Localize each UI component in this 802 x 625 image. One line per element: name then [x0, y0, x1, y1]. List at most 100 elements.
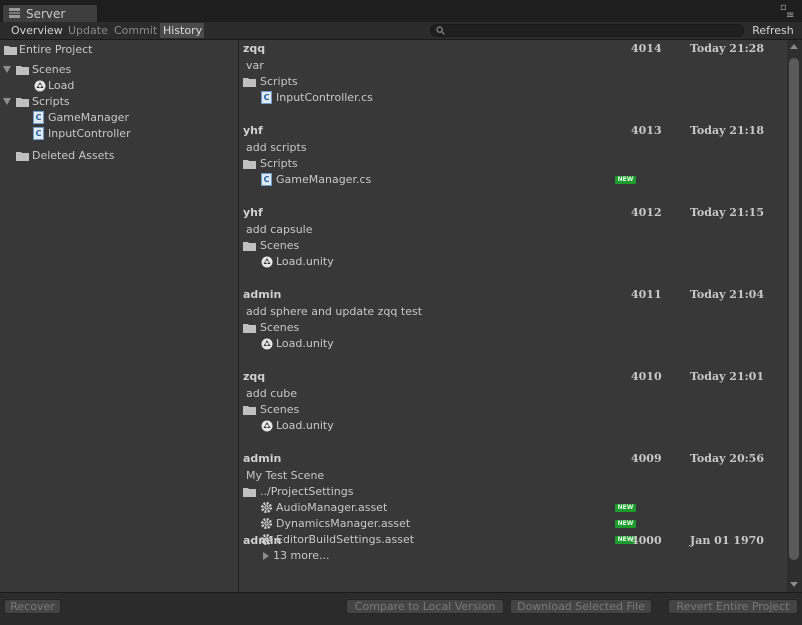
revert-entire-project-button[interactable]: Revert Entire Project	[668, 599, 798, 614]
commit-revision: 4012	[631, 206, 662, 219]
tree-label: Scenes	[32, 63, 72, 76]
changed-file[interactable]: Load.unity	[239, 254, 787, 270]
folder-label: Scenes	[260, 321, 300, 334]
changed-file[interactable]: C GameManager.cs NEW	[239, 172, 787, 188]
changed-folder[interactable]: Scenes	[239, 402, 787, 418]
changed-folder[interactable]: Scenes	[239, 320, 787, 336]
commit-revision: 4009	[631, 452, 662, 465]
commit-date: Today 21:04	[690, 288, 764, 301]
tree-label: InputController	[48, 127, 131, 140]
tree-label: GameManager	[48, 111, 129, 124]
tab-update[interactable]: Update	[65, 23, 111, 38]
folder-label: Scenes	[260, 239, 300, 252]
changed-folder[interactable]: Scenes	[239, 238, 787, 254]
folder-label: Scripts	[260, 75, 298, 88]
history-entry[interactable]: admin 4000 Jan 01 1970	[239, 532, 787, 592]
tree-label: Deleted Assets	[32, 149, 115, 162]
scrollbar-thumb[interactable]	[789, 58, 799, 560]
commit-revision: 4000	[631, 534, 662, 547]
folder-icon	[16, 66, 29, 75]
tree-label: Load	[48, 79, 75, 92]
expand-triangle-icon[interactable]	[3, 98, 11, 105]
scroll-up-icon[interactable]	[790, 44, 798, 49]
changed-file[interactable]: DynamicsManager.asset NEW	[239, 516, 787, 532]
commit-revision: 4014	[631, 42, 662, 55]
commit-date: Today 20:56	[690, 452, 764, 465]
file-label: Load.unity	[276, 255, 334, 268]
commit-date: Today 21:28	[690, 42, 764, 55]
unity-scene-icon	[261, 338, 273, 350]
history-entry[interactable]: yhf 4013 Today 21:18 add scripts Scripts C Gam…	[239, 122, 787, 204]
tree-item-scenes[interactable]: Scenes	[0, 62, 238, 78]
folder-label: ../ProjectSettings	[260, 485, 354, 498]
tab-commit[interactable]: Commit	[111, 23, 160, 38]
window-title: Server	[26, 7, 66, 21]
folder-icon	[243, 160, 256, 169]
commit-message: add sphere and update zqq test	[246, 305, 423, 318]
commit-user: admin	[243, 288, 282, 301]
changed-file[interactable]: Load.unity	[239, 336, 787, 352]
changed-folder[interactable]: Scripts	[239, 74, 787, 90]
unity-scene-icon	[261, 420, 273, 432]
commit-user: yhf	[243, 124, 263, 137]
new-badge: NEW	[615, 176, 636, 184]
commit-revision: 4011	[631, 288, 662, 301]
tree-label: Scripts	[32, 95, 70, 108]
unity-scene-icon	[34, 80, 46, 92]
server-icon	[9, 8, 20, 18]
commit-date: Jan 01 1970	[690, 534, 764, 547]
commit-date: Today 21:01	[690, 370, 764, 383]
cs-script-icon: C	[261, 91, 272, 104]
commit-message: add cube	[246, 387, 297, 400]
scroll-down-icon[interactable]	[790, 582, 798, 587]
download-selected-file-button[interactable]: Download Selected File	[510, 599, 652, 614]
tree-item-load[interactable]: Load	[0, 78, 238, 94]
folder-icon	[4, 46, 17, 55]
search-icon	[436, 26, 445, 35]
tab-overview[interactable]: Overview	[8, 23, 66, 38]
history-entry[interactable]: zqq 4010 Today 21:01 add cube Scenes Load.uni…	[239, 368, 787, 450]
recover-button[interactable]: Recover	[4, 599, 61, 614]
history-entry[interactable]: yhf 4012 Today 21:15 add capsule Scenes Load.…	[239, 204, 787, 286]
tree-item-deleted-assets[interactable]: Deleted Assets	[0, 148, 238, 164]
changed-file[interactable]: AudioManager.asset NEW	[239, 500, 787, 516]
commit-date: Today 21:18	[690, 124, 764, 137]
history-entry[interactable]: admin 4011 Today 21:04 add sphere and updat…	[239, 286, 787, 368]
commit-user: zqq	[243, 42, 266, 55]
folder-label: Scenes	[260, 403, 300, 416]
tab-history[interactable]: History	[160, 23, 204, 38]
search-input[interactable]	[430, 24, 744, 37]
tree-item-inputcontroller[interactable]: C InputController	[0, 126, 238, 142]
commit-message: My Test Scene	[246, 469, 325, 482]
commit-revision: 4013	[631, 124, 662, 137]
changed-folder[interactable]: ../ProjectSettings	[239, 484, 787, 500]
tree-item-scripts[interactable]: Scripts	[0, 94, 238, 110]
compare-to-local-button[interactable]: Compare to Local Version	[346, 599, 504, 614]
commit-revision: 4010	[631, 370, 662, 383]
folder-icon	[16, 98, 29, 107]
commit-message: var	[246, 59, 264, 72]
tree-item-gamemanager[interactable]: C GameManager	[0, 110, 238, 126]
menu-icon[interactable]: ≡	[786, 11, 794, 21]
cs-script-icon: C	[33, 111, 44, 124]
changed-file[interactable]: C InputController.cs	[239, 90, 787, 106]
new-badge: NEW	[615, 520, 636, 528]
refresh-button[interactable]: Refresh	[748, 23, 798, 38]
gear-icon	[261, 502, 272, 513]
bottom-action-bar: Recover Compare to Local Version Downloa…	[0, 592, 802, 625]
history-entry[interactable]: zqq 4014 Today 21:28 var Scripts C InputContro…	[239, 40, 787, 122]
changed-file[interactable]: Load.unity	[239, 418, 787, 434]
vertical-scrollbar[interactable]	[787, 40, 802, 592]
file-label: Load.unity	[276, 419, 334, 432]
history-entry[interactable]: admin 4009 Today 20:56 My Test Scene ../Proj…	[239, 450, 787, 562]
expand-triangle-icon[interactable]	[3, 66, 11, 73]
cs-script-icon: C	[33, 127, 44, 140]
folder-label: Scripts	[260, 157, 298, 170]
commit-message: add capsule	[246, 223, 313, 236]
window-tab-server[interactable]: Server	[2, 4, 98, 22]
gear-icon	[261, 518, 272, 529]
changed-folder[interactable]: Scripts	[239, 156, 787, 172]
tree-item-entire-project[interactable]: Entire Project	[0, 42, 238, 58]
folder-icon	[243, 78, 256, 87]
tree-label: Entire Project	[19, 43, 93, 56]
